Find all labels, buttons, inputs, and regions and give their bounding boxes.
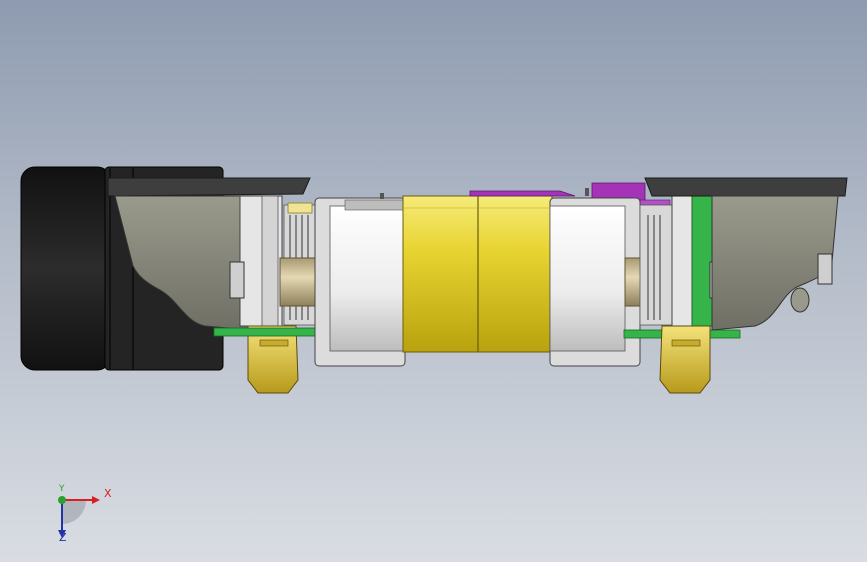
right-side-plate — [671, 195, 695, 327]
y-axis-dot — [58, 496, 66, 504]
x-axis-label: X — [104, 487, 112, 500]
right-green-board — [691, 195, 713, 327]
left-top-plate — [107, 177, 311, 197]
top-magenta-bracket — [469, 190, 576, 197]
cad-model-view[interactable] — [0, 0, 867, 562]
right-top-plate — [644, 177, 848, 197]
right-knob — [817, 253, 833, 285]
cad-graphics-viewport[interactable]: X Y Z — [0, 0, 867, 562]
motor-yellow-right — [477, 195, 553, 353]
left-tire-outer — [20, 166, 112, 371]
right-brass-bracket — [659, 325, 711, 394]
right-spring-assembly — [639, 204, 675, 326]
motor-yellow-left — [402, 195, 479, 353]
z-axis-label: Z — [59, 531, 67, 544]
y-axis-label: Y — [59, 484, 65, 494]
triad-shadow — [62, 500, 86, 524]
motor-body[interactable] — [402, 195, 553, 353]
left-nut — [229, 261, 245, 299]
